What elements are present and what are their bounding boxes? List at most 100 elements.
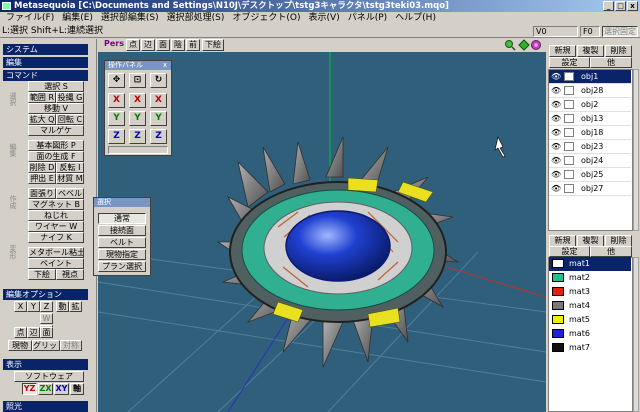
- obj-delete-button[interactable]: 削除: [605, 45, 632, 57]
- mat-other-button[interactable]: 他: [590, 246, 632, 257]
- section-display[interactable]: 表示: [3, 359, 88, 370]
- section-edit-option[interactable]: 編集オプション: [3, 289, 88, 300]
- section-edit[interactable]: 編集: [3, 57, 88, 68]
- zoom-icon[interactable]: [505, 40, 516, 51]
- scale-toggle[interactable]: 拡: [69, 301, 82, 312]
- lock-icon[interactable]: [564, 142, 574, 151]
- list-item[interactable]: 👁 obj25: [549, 168, 631, 182]
- metaball-button[interactable]: メタボール粘土: [28, 247, 84, 258]
- range-r-button[interactable]: 範囲 R: [28, 92, 56, 103]
- obj-new-button[interactable]: 新規: [549, 45, 576, 57]
- select-connected-button[interactable]: 接続面: [98, 225, 146, 236]
- face-toggle[interactable]: 面: [40, 327, 53, 338]
- select-plan-button[interactable]: プラン選択: [98, 261, 146, 272]
- selection-fix-button[interactable]: 選択固定: [602, 26, 638, 37]
- eye-icon[interactable]: 👁: [551, 100, 561, 109]
- lock-icon[interactable]: [564, 184, 574, 193]
- menu-file[interactable]: ファイル(F): [2, 12, 58, 25]
- list-item[interactable]: mat1: [549, 257, 631, 271]
- select-current-button[interactable]: 現物指定: [98, 249, 146, 260]
- grid-toggle[interactable]: グリッド: [32, 340, 60, 351]
- viewpoint-button[interactable]: 視点: [56, 269, 84, 280]
- paint-button[interactable]: ペイント: [28, 258, 84, 269]
- lasso-g-button[interactable]: 投縄 G: [56, 92, 84, 103]
- eye-icon[interactable]: 👁: [551, 170, 561, 179]
- view-shade-toggle[interactable]: 陰: [171, 39, 185, 51]
- list-item[interactable]: 👁 obj24: [549, 154, 631, 168]
- eye-icon[interactable]: 👁: [551, 128, 561, 137]
- rotate-icon[interactable]: [531, 40, 541, 50]
- select-normal-button[interactable]: 通常: [98, 213, 146, 224]
- material-m-button[interactable]: 材質 M: [56, 173, 84, 184]
- axis-z-toggle[interactable]: Z: [40, 301, 53, 312]
- primitive-p-button[interactable]: 基本図形 P: [28, 140, 84, 151]
- op-scale-z[interactable]: Z: [129, 129, 146, 144]
- menu-view[interactable]: 表示(V): [305, 12, 344, 25]
- object-list-scrollbar[interactable]: [633, 69, 639, 231]
- lock-icon[interactable]: [564, 128, 574, 137]
- op-move-y[interactable]: Y: [108, 111, 125, 126]
- obj-other-button[interactable]: 他: [590, 57, 632, 68]
- list-item[interactable]: 👁 obj18: [549, 126, 631, 140]
- menu-selection-edit[interactable]: 選択部編集(S): [97, 12, 163, 25]
- edge-toggle[interactable]: 辺: [27, 327, 40, 338]
- op-scale-y[interactable]: Y: [129, 111, 146, 126]
- op-move-x[interactable]: X: [108, 93, 125, 108]
- list-item[interactable]: 👁 obj28: [549, 84, 631, 98]
- maximize-button[interactable]: □: [615, 1, 626, 11]
- menu-object[interactable]: オブジェクト(O): [228, 12, 304, 25]
- view-yz-button[interactable]: YZ: [22, 383, 37, 395]
- view-vertex-toggle[interactable]: 点: [126, 39, 140, 51]
- bevel-button[interactable]: ベベル: [56, 188, 84, 199]
- axis-y-toggle[interactable]: Y: [27, 301, 40, 312]
- list-item[interactable]: mat5: [549, 313, 631, 327]
- face-create-f-button[interactable]: 面の生成 F: [28, 151, 84, 162]
- select-belt-button[interactable]: ベルト: [98, 237, 146, 248]
- menu-panel[interactable]: パネル(P): [344, 12, 391, 25]
- list-item[interactable]: mat3: [549, 285, 631, 299]
- view-edge-toggle[interactable]: 辺: [141, 39, 155, 51]
- lock-icon[interactable]: [564, 114, 574, 123]
- obj-duplicate-button[interactable]: 複製: [577, 45, 604, 57]
- w-toggle[interactable]: W: [40, 313, 53, 324]
- perspective-toggle[interactable]: Pers: [102, 39, 124, 51]
- op-rotate-z[interactable]: Z: [150, 129, 167, 144]
- lock-icon[interactable]: [564, 72, 574, 81]
- manip-button[interactable]: マルゲケ: [28, 125, 84, 136]
- lock-icon[interactable]: [564, 170, 574, 179]
- eye-icon[interactable]: 👁: [551, 114, 561, 123]
- eye-icon[interactable]: 👁: [551, 156, 561, 165]
- lock-icon[interactable]: [564, 86, 574, 95]
- extrude-e-button[interactable]: 押出 E: [28, 173, 56, 184]
- show-axis-button[interactable]: 軸: [70, 383, 84, 395]
- underlay-button[interactable]: 下絵: [28, 269, 56, 280]
- scale-q-button[interactable]: 拡大 Q: [28, 114, 56, 125]
- eye-icon[interactable]: 👁: [551, 72, 561, 81]
- software-render-button[interactable]: ソフトウェア: [14, 371, 84, 382]
- invert-i-button[interactable]: 反転 I: [56, 162, 84, 173]
- close-button[interactable]: x: [627, 1, 638, 11]
- section-system[interactable]: システム: [3, 44, 88, 55]
- section-lighting[interactable]: 照光: [3, 401, 88, 412]
- rotate-c-button[interactable]: 回転 C: [56, 114, 84, 125]
- eye-icon[interactable]: 👁: [551, 142, 561, 151]
- op-rotate-icon[interactable]: ↻: [150, 73, 167, 88]
- view-front-toggle[interactable]: 前: [186, 39, 200, 51]
- obj-settings-button[interactable]: 設定: [549, 57, 590, 68]
- op-move-z[interactable]: Z: [108, 129, 125, 144]
- op-rotate-x[interactable]: X: [150, 93, 167, 108]
- list-item[interactable]: mat6: [549, 327, 631, 341]
- list-item[interactable]: mat4: [549, 299, 631, 313]
- delete-d-button[interactable]: 削除 D: [28, 162, 56, 173]
- list-item[interactable]: mat7: [549, 341, 631, 355]
- list-item[interactable]: 👁 obj1: [549, 70, 631, 84]
- view-xy-button[interactable]: XY: [54, 383, 69, 395]
- eye-icon[interactable]: 👁: [551, 184, 561, 193]
- material-list-scrollbar[interactable]: [633, 257, 639, 412]
- wire-w-button[interactable]: ワイヤー W: [28, 221, 84, 232]
- menu-edit[interactable]: 編集(E): [58, 12, 97, 25]
- symmetry-toggle[interactable]: 対称: [60, 340, 82, 351]
- minimize-button[interactable]: _: [603, 1, 614, 11]
- list-item[interactable]: 👁 obj23: [549, 140, 631, 154]
- axis-x-toggle[interactable]: X: [14, 301, 27, 312]
